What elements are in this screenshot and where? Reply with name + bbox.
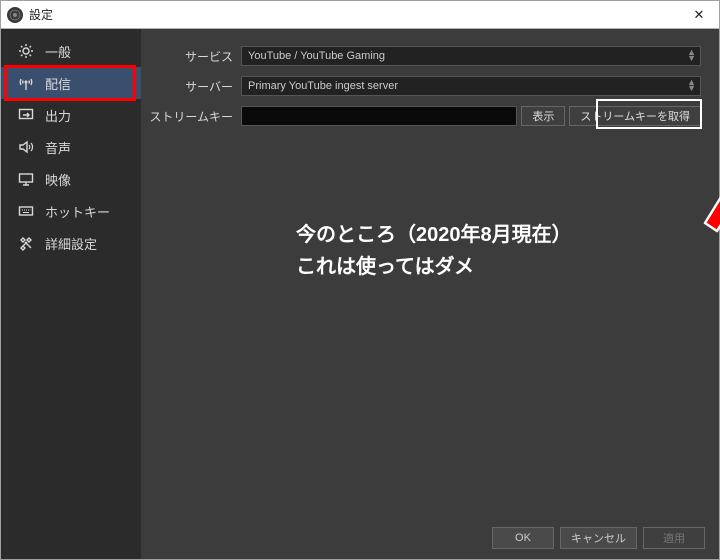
stream-key-row: ストリームキー 表示 ストリームキーを取得 — [141, 103, 701, 129]
sidebar: 一般 配信 出力 音声 — [1, 29, 141, 559]
window-body: 一般 配信 出力 音声 — [1, 29, 719, 559]
apply-button: 適用 — [643, 527, 705, 549]
sidebar-item-audio[interactable]: 音声 — [1, 131, 141, 163]
tools-icon — [17, 234, 35, 252]
sidebar-item-general[interactable]: 一般 — [1, 35, 141, 67]
monitor-arrow-icon — [17, 106, 35, 124]
service-row: サービス YouTube / YouTube Gaming ▲▼ — [141, 43, 701, 69]
server-row: サーバー Primary YouTube ingest server ▲▼ — [141, 73, 701, 99]
show-button[interactable]: 表示 — [521, 106, 565, 126]
monitor-icon — [17, 170, 35, 188]
annotation-line-1: 今のところ（2020年8月現在） — [296, 224, 572, 246]
titlebar: 設定 ✕ — [1, 1, 719, 29]
sidebar-item-label: 一般 — [45, 42, 71, 61]
sidebar-item-label: 詳細設定 — [45, 234, 97, 253]
ok-button[interactable]: OK — [492, 527, 554, 549]
sidebar-item-advanced[interactable]: 詳細設定 — [1, 227, 141, 259]
sidebar-item-label: 出力 — [45, 106, 71, 125]
close-button[interactable]: ✕ — [679, 1, 719, 29]
dialog-footer: OK キャンセル 適用 — [492, 527, 705, 549]
main-panel: サービス YouTube / YouTube Gaming ▲▼ サーバー Pr… — [141, 29, 719, 559]
service-label: サービス — [141, 48, 241, 65]
sidebar-item-video[interactable]: 映像 — [1, 163, 141, 195]
chevron-updown-icon: ▲▼ — [687, 79, 696, 91]
annotation-arrow — [641, 139, 720, 249]
service-select[interactable]: YouTube / YouTube Gaming ▲▼ — [241, 46, 701, 66]
stream-key-label: ストリームキー — [141, 108, 241, 125]
server-select[interactable]: Primary YouTube ingest server ▲▼ — [241, 76, 701, 96]
gear-icon — [17, 42, 35, 60]
sidebar-item-label: 配信 — [45, 74, 71, 93]
sidebar-item-output[interactable]: 出力 — [1, 99, 141, 131]
annotation-line-2: これは使ってはダメ — [296, 256, 474, 278]
server-label: サーバー — [141, 78, 241, 95]
sidebar-item-label: 音声 — [45, 138, 71, 157]
sidebar-item-label: ホットキー — [45, 202, 110, 221]
antenna-icon — [17, 74, 35, 92]
sidebar-item-hotkeys[interactable]: ホットキー — [1, 195, 141, 227]
service-value: YouTube / YouTube Gaming — [248, 50, 385, 62]
settings-window: 設定 ✕ 一般 配信 出力 — [0, 0, 720, 560]
window-title: 設定 — [29, 6, 679, 23]
server-value: Primary YouTube ingest server — [248, 80, 398, 92]
sidebar-item-label: 映像 — [45, 170, 71, 189]
speaker-icon — [17, 138, 35, 156]
get-stream-key-button[interactable]: ストリームキーを取得 — [569, 106, 701, 126]
app-icon — [7, 7, 23, 23]
annotation-text: 今のところ（2020年8月現在） これは使ってはダメ — [296, 219, 572, 283]
keyboard-icon — [17, 202, 35, 220]
sidebar-item-stream[interactable]: 配信 — [1, 67, 141, 99]
cancel-button[interactable]: キャンセル — [560, 527, 637, 549]
stream-key-input[interactable] — [241, 106, 517, 126]
chevron-updown-icon: ▲▼ — [687, 49, 696, 61]
